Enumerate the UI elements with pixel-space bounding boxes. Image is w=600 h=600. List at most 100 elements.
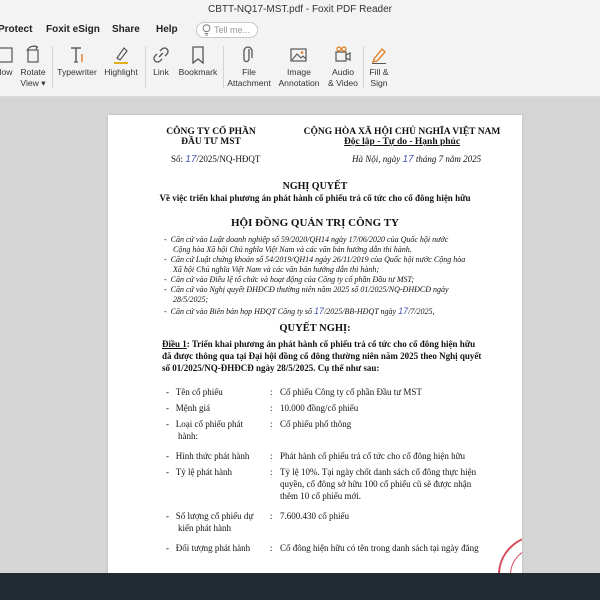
bookmark-button[interactable]: Bookmark (176, 42, 220, 97)
detail-value: Cổ phiếu Công ty cổ phần Đầu tư MST (280, 387, 422, 397)
detail-value: Phát hành cổ phiếu trả cổ tức cho cổ đôn… (280, 451, 465, 461)
detail-label: - Đối tượng phát hành (166, 543, 251, 553)
link-label: Link (153, 67, 169, 77)
menu-foxit-esign[interactable]: Foxit eSign (46, 24, 100, 35)
image-annotation-icon (290, 48, 307, 62)
link-button[interactable]: Link (148, 42, 174, 97)
flow-label: low (0, 67, 13, 77)
board-of-directors-heading: HỘI ĐỒNG QUẢN TRỊ CÔNG TY (231, 217, 399, 229)
detail-value: Cổ phiếu phổ thông (280, 419, 352, 429)
file-attachment-icon (243, 46, 253, 63)
basis-line: - Căn cứ vào Biên bản họp HĐQT Công ty s… (164, 306, 435, 316)
audio-video-label2: & Video (328, 78, 358, 88)
menu-protect[interactable]: Protect (0, 24, 32, 35)
ribbon-separator (52, 46, 53, 88)
document-date-prefix: Hà Nội, ngày (352, 154, 401, 164)
document-number-prefix: Số: (171, 154, 184, 164)
menu-share[interactable]: Share (112, 24, 140, 35)
basis-line: - Căn cứ vào Nghị quyết ĐHĐCĐ thường niê… (164, 285, 449, 294)
lightbulb-icon (202, 24, 211, 36)
detail-colon: : (270, 403, 273, 413)
image-annotation-label2: Annotation (278, 78, 320, 88)
company-name-line1: CÔNG TY CỔ PHẦN (166, 127, 256, 137)
menu-help[interactable]: Help (156, 24, 178, 35)
detail-label: - Mệnh giá (166, 403, 210, 413)
document-date: Hà Nội, ngày 17 tháng 7 năm 2025 (352, 154, 481, 165)
file-attachment-label2: Attachment (227, 78, 271, 88)
flow-button[interactable]: low (0, 42, 18, 97)
document-number-suffix: /2025/NQ-HĐQT (196, 154, 261, 164)
document-date-handwritten: 17 (402, 154, 414, 165)
flow-icon (0, 47, 13, 63)
ribbon-separator (145, 46, 146, 88)
fill-sign-button[interactable]: Fill & Sign (365, 42, 393, 97)
image-annotation-button[interactable]: Image Annotation (274, 42, 324, 97)
typewriter-icon (71, 47, 83, 63)
highlight-button[interactable]: Highlight (100, 42, 142, 97)
article-1-line3: số 01/2025/NQ-ĐHĐCĐ ngày 28/5/2025. Cụ t… (162, 363, 380, 373)
detail-value: Cổ đông hiện hữu có tên trong danh sách … (280, 543, 479, 553)
detail-colon: : (270, 467, 273, 477)
basis-line: Cộng hòa Xã hội Chủ nghĩa Việt Nam và cá… (173, 245, 412, 254)
company-seal-inner-ring (510, 547, 522, 573)
rotate-view-button[interactable]: Rotate View ▾ (18, 42, 48, 97)
link-icon (153, 47, 169, 63)
detail-value: thêm 10 cổ phiếu mới. (280, 491, 361, 501)
ribbon-toolbar: low Rotate View ▾ Typewriter Highlight L… (0, 42, 600, 97)
detail-colon: : (270, 511, 273, 521)
document-number-handwritten: 17 (185, 154, 197, 165)
typewriter-label: Typewriter (57, 67, 97, 77)
national-title: CỘNG HÒA XÃ HỘI CHỦ NGHĨA VIỆT NAM (303, 127, 501, 137)
article-1-line1: Điều 1: Triển khai phương án phát hành c… (162, 339, 476, 349)
tell-me-placeholder: Tell me... (214, 25, 251, 35)
rotate-view-label2: View ▾ (20, 78, 46, 88)
fill-sign-icon (372, 48, 386, 64)
article-1-line2: đã được thông qua tại Đại hội đồng cổ đô… (162, 351, 482, 361)
window-title: CBTT-NQ17-MST.pdf - Foxit PDF Reader (208, 4, 392, 15)
tell-me-search[interactable]: Tell me... (196, 22, 258, 38)
detail-value: 7.600.430 cổ phiếu (280, 511, 349, 521)
detail-value: 10.000 đồng/cổ phiếu (280, 403, 359, 413)
detail-label: - Tỷ lệ phát hành (166, 467, 232, 477)
title-bar: CBTT-NQ17-MST.pdf - Foxit PDF Reader (0, 0, 600, 20)
detail-label: kiến phát hành (178, 523, 231, 533)
resolution-subtitle: Về việc triển khai phương án phát hành c… (159, 193, 471, 203)
company-seal-stamp: M (498, 535, 522, 573)
audio-video-icon (335, 46, 351, 62)
national-motto: Độc lập - Tự do - Hạnh phúc (343, 137, 461, 147)
basis-line: - Căn cứ vào Điều lệ tổ chức và hoạt độn… (164, 275, 415, 284)
detail-colon: : (270, 451, 273, 461)
basis-line: - Căn cứ Luật chứng khoán số 54/2019/QH1… (164, 255, 466, 264)
rotate-view-icon (26, 45, 39, 63)
audio-video-button[interactable]: Audio & Video (326, 42, 360, 97)
bookmark-icon (192, 46, 204, 65)
basis-line: - Căn cứ vào Luật doanh nghiệp số 59/202… (164, 235, 449, 244)
highlight-icon (114, 47, 128, 64)
windows-taskbar (0, 573, 600, 600)
fill-sign-label2: Sign (370, 78, 388, 88)
menu-bar: Protect Foxit eSign Share Help Tell me..… (0, 20, 600, 42)
ribbon-separator (363, 46, 364, 88)
typewriter-button[interactable]: Typewriter (55, 42, 99, 97)
detail-value: quyền, cổ đông sở hữu 100 cổ phiếu cũ sẽ… (280, 479, 472, 489)
detail-colon: : (270, 387, 273, 397)
audio-video-label: Audio (332, 67, 354, 77)
document-date-suffix: tháng 7 năm 2025 (415, 154, 482, 164)
resolution-title: NGHỊ QUYẾT (282, 181, 348, 192)
document-number: Số: 17/2025/NQ-HĐQT (171, 154, 260, 165)
ribbon-separator (223, 46, 224, 88)
document-view-area[interactable]: CÔNG TY CỔ PHẦN ĐẦU TƯ MST Số: 17/2025/N… (0, 97, 600, 573)
detail-value: Tỷ lệ 10%. Tại ngày chốt danh sách cổ đô… (280, 467, 477, 477)
detail-colon: : (270, 419, 273, 429)
highlight-label: Highlight (104, 67, 138, 77)
detail-label: - Số lượng cổ phiếu dự (166, 511, 254, 521)
bookmark-label: Bookmark (178, 67, 218, 77)
fill-sign-label: Fill & (369, 67, 389, 77)
detail-label: - Tên cổ phiếu (166, 387, 223, 397)
file-attachment-button[interactable]: File Attachment (226, 42, 272, 97)
decision-heading: QUYẾT NGHỊ: (279, 323, 351, 334)
basis-line: Xã hội Chủ nghĩa Việt Nam và các văn bản… (173, 265, 380, 274)
basis-line: 28/5/2025; (173, 295, 209, 304)
image-annotation-label: Image (287, 67, 311, 77)
pdf-page: CÔNG TY CỔ PHẦN ĐẦU TƯ MST Số: 17/2025/N… (108, 115, 522, 573)
